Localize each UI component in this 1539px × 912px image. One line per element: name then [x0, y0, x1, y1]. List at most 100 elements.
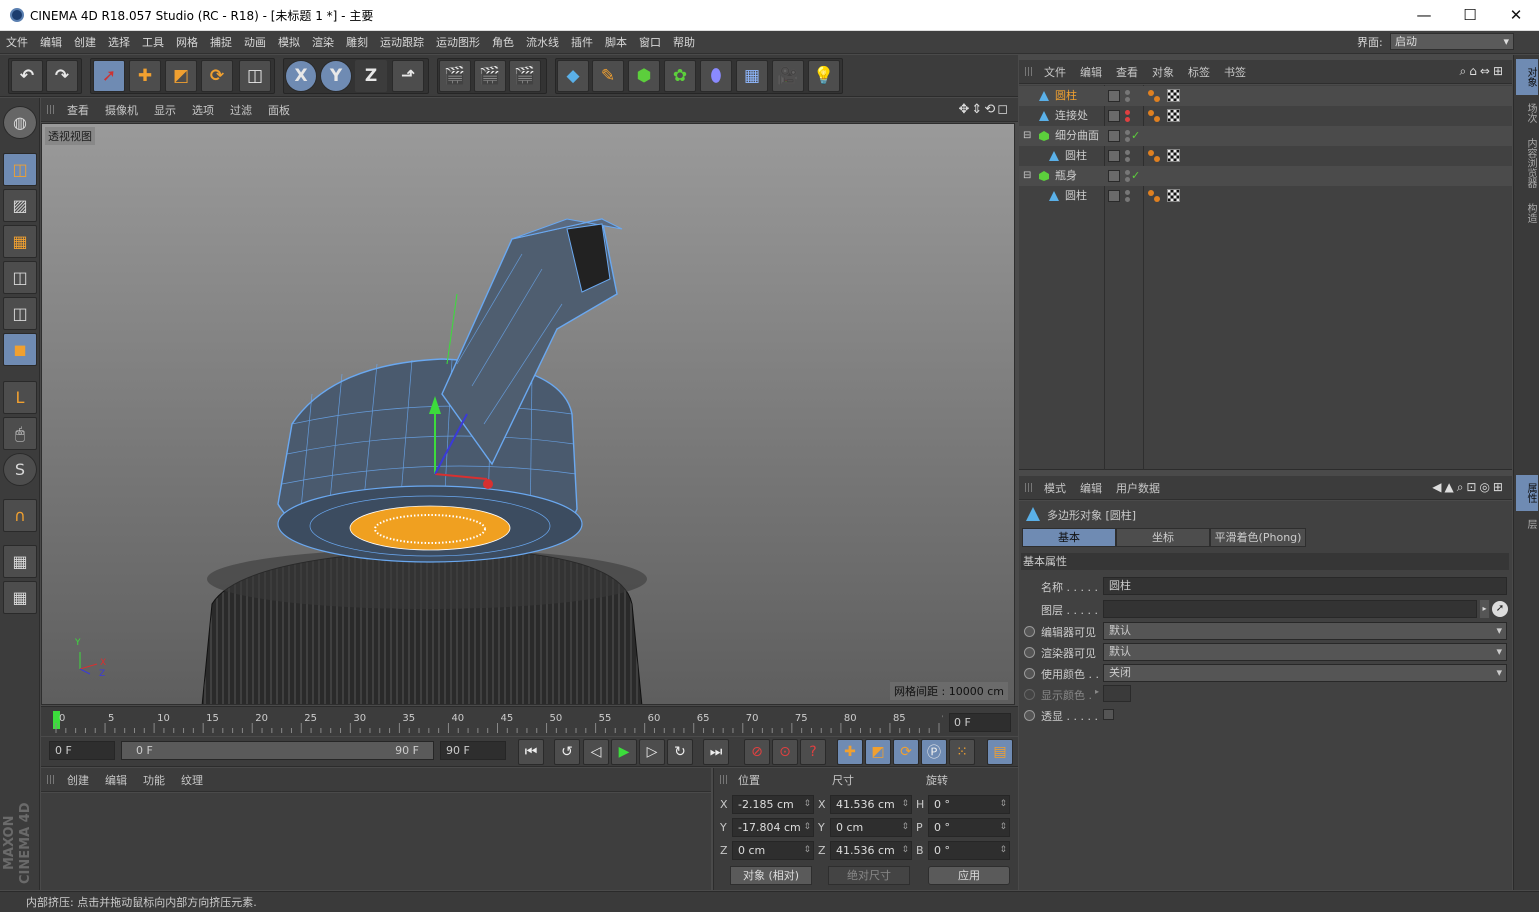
current-frame-field[interactable]: 0 F — [949, 713, 1011, 732]
menu-window[interactable]: 窗口 — [633, 34, 667, 50]
editor-dot[interactable] — [1125, 170, 1130, 175]
object-row-cylinder-2[interactable]: 圆柱 — [1019, 146, 1512, 166]
collapse-icon[interactable]: ⊟ — [1023, 126, 1031, 146]
menu-pipeline[interactable]: 流水线 — [520, 34, 565, 50]
menu-mesh[interactable]: 网格 — [170, 34, 204, 50]
menu-sculpt[interactable]: 雕刻 — [340, 34, 374, 50]
grip-icon[interactable] — [1025, 67, 1034, 76]
enabled-check-icon[interactable]: ✓ — [1131, 166, 1140, 186]
menu-edit[interactable]: 编辑 — [34, 34, 68, 50]
tab-takes[interactable]: 场次 — [1516, 97, 1538, 129]
editor-dot[interactable] — [1125, 130, 1130, 135]
render-dot[interactable] — [1125, 157, 1130, 162]
key-position-icon[interactable]: ✚ — [837, 739, 863, 765]
display-color-swatch[interactable] — [1103, 685, 1131, 702]
menu-snap[interactable]: 捕捉 — [204, 34, 238, 50]
menu-mograph[interactable]: 运动图形 — [430, 34, 486, 50]
object-row-connector[interactable]: 连接处 — [1019, 106, 1512, 126]
cube-primitive-icon[interactable]: ◆ — [557, 60, 589, 92]
material-menu-texture[interactable]: 纹理 — [173, 772, 211, 788]
display-color-radio[interactable] — [1024, 689, 1035, 700]
rotation-b-field[interactable]: 0 ° — [928, 841, 1010, 860]
workplane-lock-icon[interactable]: ▦ — [3, 545, 37, 578]
timeline-window-icon[interactable]: ▤ — [987, 739, 1013, 765]
xray-checkbox[interactable] — [1103, 709, 1114, 720]
live-selection-icon[interactable]: ➚ — [93, 60, 125, 92]
editor-visible-select[interactable]: 默认 — [1103, 622, 1507, 640]
am-menu-edit[interactable]: 编辑 — [1073, 480, 1109, 496]
material-area[interactable] — [41, 793, 711, 890]
xray-radio[interactable] — [1024, 710, 1035, 721]
floor-scene-icon[interactable]: ▦ — [736, 60, 768, 92]
position-z-field[interactable]: 0 cm — [732, 841, 814, 860]
collapse-icon[interactable]: ⊟ — [1023, 166, 1031, 186]
am-menu-user-data[interactable]: 用户数据 — [1109, 480, 1167, 496]
om-menu-tags[interactable]: 标签 — [1181, 64, 1217, 80]
minimize-button[interactable]: — — [1401, 6, 1447, 24]
layer-arrow-icon[interactable]: ▸ — [1480, 600, 1489, 618]
preview-range-slider[interactable]: 0 F 90 F — [121, 741, 434, 760]
editor-dot[interactable] — [1125, 110, 1130, 115]
render-dot[interactable] — [1125, 177, 1130, 182]
visibility-toggle[interactable] — [1108, 110, 1120, 122]
workplane-mode-icon[interactable]: ▦ — [3, 225, 37, 258]
tab-content-browser[interactable]: 内容浏览器 — [1516, 131, 1538, 195]
cloner-icon[interactable]: ✿ — [664, 60, 696, 92]
menu-tools[interactable]: 工具 — [136, 34, 170, 50]
z-axis-button[interactable]: Z — [355, 60, 387, 92]
render-visible-radio[interactable] — [1024, 647, 1035, 658]
grip-icon[interactable] — [47, 105, 56, 114]
enable-axis-icon[interactable]: L — [3, 381, 37, 414]
apply-button[interactable]: 应用 — [928, 866, 1010, 885]
phong-tag-icon[interactable] — [1147, 109, 1161, 123]
tab-basic[interactable]: 基本 — [1022, 528, 1116, 547]
render-picture-viewer-icon[interactable]: 🎬 — [474, 60, 506, 92]
coordinate-system-icon[interactable]: ⬏ — [392, 60, 424, 92]
redo-icon[interactable]: ↷ — [46, 60, 78, 92]
go-to-start-icon[interactable]: ⏮ — [518, 739, 544, 765]
uvw-tag-icon[interactable] — [1167, 189, 1180, 202]
key-rotation-icon[interactable]: ⟳ — [893, 739, 919, 765]
menu-script[interactable]: 脚本 — [599, 34, 633, 50]
render-settings-icon[interactable]: 🎬 — [509, 60, 541, 92]
tab-phong[interactable]: 平滑着色(Phong) — [1210, 528, 1306, 547]
deformer-icon[interactable]: ⬮ — [700, 60, 732, 92]
render-view-icon[interactable]: 🎬 — [439, 60, 471, 92]
viewport-menu-panel[interactable]: 面板 — [260, 102, 298, 118]
size-x-field[interactable]: 41.536 cm — [830, 795, 912, 814]
menu-file[interactable]: 文件 — [0, 34, 34, 50]
editor-dot[interactable] — [1125, 90, 1130, 95]
object-name[interactable]: 连接处 — [1055, 106, 1088, 126]
light-icon[interactable]: 💡 — [808, 60, 840, 92]
go-to-end-icon[interactable]: ⏭ — [703, 739, 729, 765]
viewport-menu-cameras[interactable]: 摄像机 — [97, 102, 146, 118]
visibility-toggle[interactable] — [1108, 150, 1120, 162]
tweak-mode-icon[interactable]: 🖱 — [3, 417, 37, 450]
uvw-tag-icon[interactable] — [1167, 149, 1180, 162]
viewport-title[interactable]: 透视视图 — [45, 127, 95, 145]
camera-icon[interactable]: 🎥 — [772, 60, 804, 92]
om-menu-view[interactable]: 查看 — [1109, 64, 1145, 80]
model-mode-icon[interactable]: ◫ — [3, 153, 37, 186]
menu-simulate[interactable]: 模拟 — [272, 34, 306, 50]
uvw-tag-icon[interactable] — [1167, 89, 1180, 102]
material-menu-create[interactable]: 创建 — [59, 772, 97, 788]
workplane-align-icon[interactable]: ▦ — [3, 581, 37, 614]
tab-objects[interactable]: 对象 — [1516, 59, 1538, 95]
pick-object-icon[interactable]: ➚ — [1492, 601, 1508, 617]
render-visible-select[interactable]: 默认 — [1103, 643, 1507, 661]
viewport-menu-options[interactable]: 选项 — [184, 102, 222, 118]
editor-visible-radio[interactable] — [1024, 626, 1035, 637]
autokey-icon[interactable]: ⊙ — [772, 739, 798, 765]
menu-create[interactable]: 创建 — [68, 34, 102, 50]
material-menu-edit[interactable]: 编辑 — [97, 772, 135, 788]
menu-plugins[interactable]: 插件 — [565, 34, 599, 50]
visibility-toggle[interactable] — [1108, 130, 1120, 142]
object-name[interactable]: 圆柱 — [1055, 86, 1077, 106]
polygons-mode-icon[interactable]: ◼ — [3, 333, 37, 366]
timeline[interactable]: 0 5 10 15 20 25 30 35 40 45 50 55 60 65 70 75 80 85 90 0 F — [41, 706, 1018, 736]
rotation-p-field[interactable]: 0 ° — [928, 818, 1010, 837]
viewport-menu-filter[interactable]: 过滤 — [222, 102, 260, 118]
end-frame-field[interactable]: 90 F — [440, 741, 506, 760]
phong-tag-icon[interactable] — [1147, 149, 1161, 163]
